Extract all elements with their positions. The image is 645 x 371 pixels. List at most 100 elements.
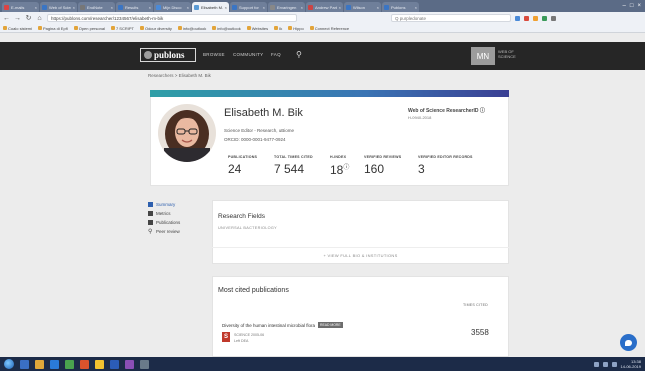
bookmark-item[interactable]: Pagina di Epfl [38,26,68,31]
outlook-icon[interactable] [50,359,59,369]
browser-tab[interactable]: Elisabeth M. × [192,2,229,12]
clock[interactable]: 13:38 14-06-2019 [621,359,641,369]
browser-tab[interactable]: Web of Science× [40,2,77,12]
bookmark-item[interactable]: 7 SCRIPT [110,26,134,31]
close-tab-icon[interactable]: × [73,5,75,10]
browser-tab[interactable]: Support for × [230,2,267,12]
folder-icon[interactable] [35,359,44,369]
close-tab-icon[interactable]: × [301,5,303,10]
reload-icon[interactable]: ↻ [25,14,32,22]
search-icon[interactable]: ⚲ [296,50,302,59]
close-tab-icon[interactable]: × [339,5,341,10]
research-field: UNIVERSAL BACTERIOLOGY [218,226,277,230]
sidebar-item-summary[interactable]: Summary [148,200,180,209]
publications-icon [148,220,153,225]
extension-icon[interactable] [515,15,520,21]
bookmark-item[interactable]: Websites [246,26,268,31]
publication-doi[interactable]: Left DEA [234,339,248,343]
sidebar-item-publications[interactable]: Publications [148,218,180,227]
bookmark-item[interactable]: Hippo [288,26,304,31]
close-tab-icon[interactable]: × [149,5,151,10]
metric-h-index[interactable]: H-INDEX 18ⓘ [330,155,349,177]
times-cited-value: 3558 [471,328,489,337]
back-icon[interactable]: ← [3,15,10,22]
close-tab-icon[interactable]: × [415,5,417,10]
browser-tab[interactable]: Ervaringen × [268,2,305,12]
researcher-id-badge[interactable]: Web of Science ResearcherID ⓘ [408,107,485,114]
extension-icon[interactable] [542,15,547,21]
bookmark-item[interactable]: Ik [274,26,282,31]
browser-tab-bar: E-mails×Web of Science×EndNote×Results×M… [0,0,645,12]
browser-tab[interactable]: E-mails × [2,2,39,12]
most-cited-title: Most cited publications [218,287,289,294]
close-window-icon[interactable]: × [637,3,641,9]
battery-icon[interactable] [611,361,617,367]
browser-tab[interactable]: Publons × [382,2,419,12]
start-button[interactable] [4,359,14,369]
chat-icon [625,339,632,346]
close-tab-icon[interactable]: × [225,5,227,10]
publons-logo[interactable]: publons [140,48,196,62]
close-tab-icon[interactable]: × [263,5,265,10]
browser-tab[interactable]: Wilson × [344,2,381,12]
publication-badge[interactable]: READ MORE [318,322,343,328]
close-tab-icon[interactable]: × [35,5,37,10]
excel-icon[interactable] [65,359,74,369]
nav-browse[interactable]: BROWSE [203,52,225,57]
browser-tab[interactable]: Results × [116,2,153,12]
word-icon[interactable] [110,359,119,369]
metric-editor-records[interactable]: VERIFIED EDITOR RECORDS 3 [418,155,473,176]
powerpoint-icon[interactable] [80,359,89,369]
wos-link[interactable]: WEB OF SCIENCE [498,49,516,59]
app-icon[interactable] [140,359,149,369]
maximize-icon[interactable]: □ [630,3,634,9]
tab-title: Elisabeth M. [201,4,223,10]
metric-verified-reviews[interactable]: VERIFIED REVIEWS 160 [364,155,401,176]
breadcrumb[interactable]: Researchers > Elisabeth M. Bik [148,73,211,78]
close-tab-icon[interactable]: × [187,5,189,10]
chat-button[interactable] [620,334,637,351]
publication-row[interactable]: Diversity of the human intestinal microb… [222,322,343,328]
close-tab-icon[interactable]: × [111,5,113,10]
browser-search-field[interactable]: Q purpledonate [391,14,511,22]
bookmark-item[interactable]: info@outlook [212,26,241,31]
forward-icon[interactable]: → [14,15,21,22]
extension-icon[interactable] [533,15,538,21]
url-field[interactable]: https://publons.com/researcher/1234567/e… [47,14,297,22]
browser-tab[interactable]: Andrew Parker× [306,2,343,12]
nav-faq[interactable]: FAQ [271,52,281,57]
browser-tab[interactable]: EndNote × [78,2,115,12]
nav-community[interactable]: COMMUNITY [233,52,263,57]
volume-icon[interactable] [602,361,608,367]
sidebar-item-metrics[interactable]: Metrics [148,209,180,218]
address-bar: ← → ↻ ⌂ https://publons.com/researcher/1… [0,12,645,24]
metric-publications[interactable]: PUBLICATIONS 24 [228,155,257,176]
publication-title[interactable]: Diversity of the human intestinal microb… [222,323,315,328]
bookmark-item[interactable]: Open personal [73,25,105,31]
journal-logo-icon: S [222,332,230,342]
metric-times-cited[interactable]: TOTAL TIMES CITED 7 544 [274,155,313,176]
chrome-icon[interactable] [95,359,104,369]
minimize-icon[interactable]: – [623,3,626,9]
home-icon[interactable]: ⌂ [36,15,43,22]
bookmark-item[interactable]: Odour diversity [139,26,172,31]
app-icon[interactable] [125,359,134,369]
ie-icon[interactable] [20,359,29,369]
bookmark-item[interactable]: info@outlook [177,26,206,31]
clock-date: 14-06-2019 [620,364,641,369]
menu-icon[interactable] [551,15,556,21]
info-icon[interactable]: ⓘ [343,165,349,171]
close-tab-icon[interactable]: × [377,5,379,10]
avatar[interactable]: MN [471,47,495,65]
orcid-link[interactable]: ORCID: 0000-0001-9477-0924 [224,137,286,142]
metric-label: VERIFIED REVIEWS [364,155,402,159]
bookmark-item[interactable]: Connect Reference [309,26,349,31]
bookmark-label: Open personal [78,25,105,31]
bookmark-item[interactable]: Coalo sistemi [3,26,32,31]
network-icon[interactable] [593,361,599,367]
extension-icon[interactable] [524,15,529,21]
profile-side-nav: Summary Metrics Publications ⚲ Peer revi… [148,200,180,236]
view-full-bio-button[interactable]: + VIEW FULL BIO & INSTITUTIONS [212,247,509,263]
sidebar-item-peer-review[interactable]: ⚲ Peer review [148,227,180,236]
browser-tab[interactable]: Mijn Disco × [154,2,191,12]
